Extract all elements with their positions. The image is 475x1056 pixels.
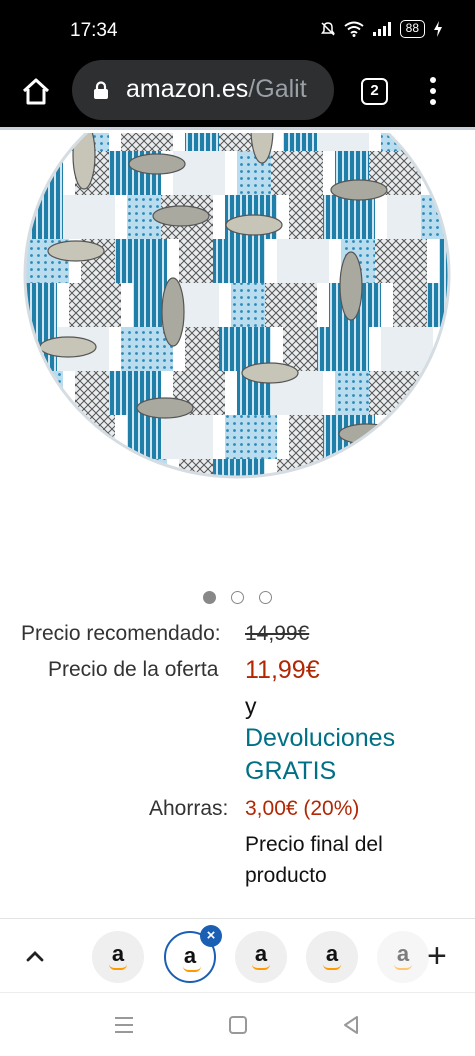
charging-icon — [434, 21, 442, 37]
pattern-tile — [173, 151, 225, 195]
fish-motif — [128, 153, 186, 175]
url-text: amazon.es/Galit — [126, 75, 307, 104]
pattern-tile — [341, 459, 393, 477]
pattern-tile — [381, 327, 433, 371]
home-nav-icon[interactable] — [226, 1013, 250, 1037]
pattern-tile — [121, 133, 173, 151]
pattern-tile — [317, 133, 369, 151]
pattern-tile — [421, 195, 449, 239]
final-price-note-line2: producto — [245, 864, 327, 887]
pattern-tile — [445, 327, 449, 371]
recommended-price-label: Precio recomendado: — [21, 622, 221, 645]
pattern-tile — [225, 415, 277, 459]
pattern-tile — [421, 415, 449, 459]
offer-price-value: 11,99€ — [245, 656, 320, 684]
amazon-logo-icon: a — [396, 941, 410, 966]
pattern-tile — [63, 195, 115, 239]
amazon-logo-icon: a — [254, 941, 268, 966]
pattern-tile — [323, 195, 375, 239]
tab-switcher-button[interactable]: 2 — [361, 78, 388, 105]
mute-icon — [320, 22, 335, 36]
home-icon[interactable] — [20, 76, 52, 108]
free-returns-link-line1[interactable]: Devoluciones — [245, 724, 395, 753]
free-returns-link-line2[interactable]: GRATIS — [245, 757, 336, 786]
pattern-tile — [265, 283, 317, 327]
carousel-dot[interactable] — [231, 591, 244, 604]
new-tab-button[interactable]: + — [427, 939, 447, 973]
chevron-up-icon[interactable] — [24, 945, 46, 967]
tab-favicon[interactable]: a — [377, 931, 429, 983]
pattern-tile — [427, 283, 449, 327]
tab-favicon[interactable]: a × — [164, 925, 222, 983]
system-nav-bar — [0, 992, 475, 1056]
pattern-tile — [81, 459, 133, 477]
pattern-tile — [439, 239, 449, 283]
fish-motif — [161, 277, 185, 347]
carousel-dot[interactable] — [259, 591, 272, 604]
amazon-logo-icon: a — [111, 941, 125, 966]
pattern-tile — [445, 133, 449, 151]
offer-price-label: Precio de la oferta — [48, 658, 219, 681]
status-icons: 88 — [320, 20, 443, 38]
pattern-tile — [25, 133, 75, 151]
fish-motif — [225, 214, 283, 236]
pattern-tile — [213, 239, 265, 283]
battery-icon: 88 — [399, 20, 425, 38]
pattern-tile — [375, 459, 427, 477]
back-nav-icon[interactable] — [339, 1013, 363, 1037]
tab-favicon[interactable]: a — [306, 931, 358, 983]
pattern-tile — [277, 239, 329, 283]
tab-favicon[interactable]: a — [235, 931, 287, 983]
fish-motif — [330, 179, 388, 201]
final-price-note-line1: Precio final del — [245, 833, 383, 856]
pattern-tile — [69, 283, 121, 327]
fish-motif — [47, 240, 105, 262]
close-tab-icon[interactable]: × — [200, 925, 222, 947]
product-image[interactable] — [0, 133, 475, 573]
savings-label: Ahorras: — [149, 797, 229, 820]
fish-motif — [241, 362, 299, 384]
browser-toolbar: amazon.es/Galit 2 — [0, 60, 475, 130]
fish-motif — [136, 397, 194, 419]
signal-icon — [372, 22, 391, 36]
url-domain: amazon.es — [126, 75, 249, 103]
pattern-tile — [387, 415, 439, 459]
fish-motif — [152, 205, 210, 227]
address-bar[interactable]: amazon.es/Galit — [72, 60, 334, 120]
fish-motif — [48, 133, 72, 138]
lock-icon — [94, 81, 108, 99]
pattern-tile — [271, 151, 323, 195]
round-tablecloth-image — [23, 133, 451, 479]
tab-favicon[interactable]: a — [92, 931, 144, 983]
carousel-dot[interactable] — [203, 591, 216, 604]
pattern-tile — [25, 459, 69, 477]
status-bar: 17:34 88 — [0, 0, 475, 60]
more-menu-icon[interactable] — [424, 74, 442, 108]
recent-apps-icon[interactable] — [112, 1013, 136, 1037]
pattern-tile — [433, 371, 449, 415]
and-text: y — [245, 693, 257, 719]
pattern-tile — [161, 415, 213, 459]
wifi-icon — [344, 21, 364, 37]
pattern-tile — [433, 151, 449, 195]
recommended-price-value: 14,99€ — [245, 622, 310, 645]
pattern-tile — [375, 239, 427, 283]
pattern-tile — [213, 459, 265, 477]
pattern-tile — [439, 459, 449, 477]
amazon-logo-icon: a — [325, 941, 339, 966]
pattern-tile — [115, 459, 167, 477]
status-time: 17:34 — [70, 20, 118, 41]
fish-motif — [339, 251, 363, 321]
pattern-tile — [29, 415, 81, 459]
savings-value: 3,00€ (20%) — [245, 797, 360, 820]
tab-strip: a a × a a a + — [0, 918, 475, 992]
pattern-tile — [115, 239, 167, 283]
url-path: /Galit — [248, 75, 307, 103]
pattern-tile — [317, 327, 369, 371]
fish-motif — [39, 336, 97, 358]
